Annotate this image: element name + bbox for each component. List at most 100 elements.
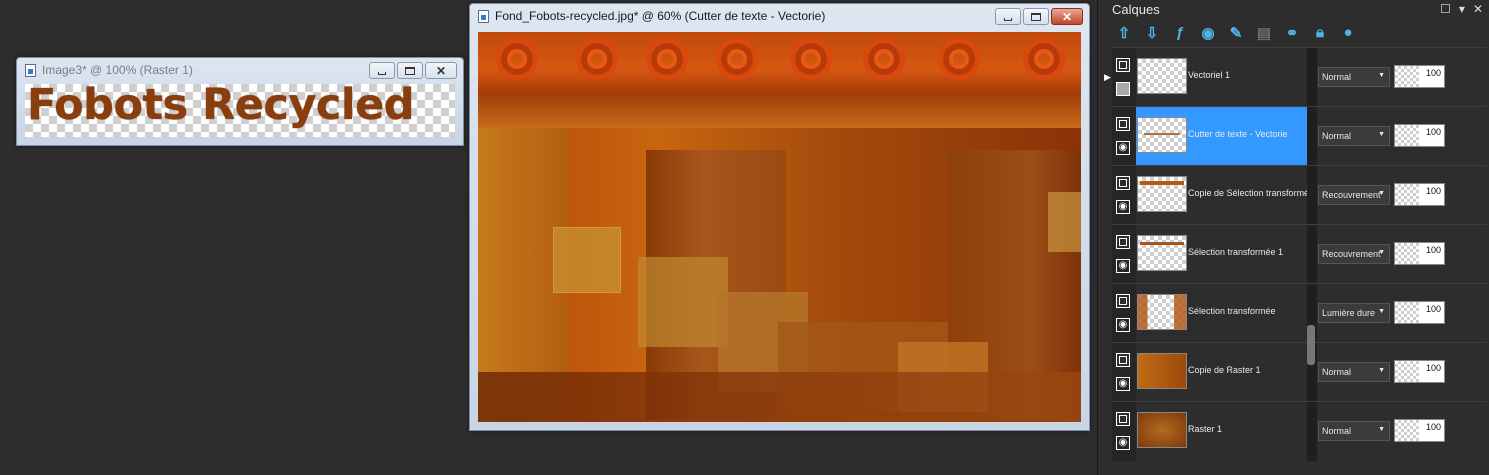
close-icon: ✕ — [435, 63, 447, 78]
layers-panel[interactable]: Calques ☐ ▾ ✕ ⇧ ⇩ ƒ ◉ ✎ ▤ ⚭ 🔒︎ ● ▶ Vecto… — [1097, 0, 1489, 475]
eye-icon[interactable]: ◉ — [1116, 436, 1130, 450]
eye-icon[interactable]: ◉ — [1116, 377, 1130, 391]
opacity-field[interactable]: 100 — [1394, 301, 1445, 324]
image3-canvas[interactable]: Fobots Recycled — [25, 84, 455, 137]
opacity-field[interactable]: 100 — [1394, 360, 1445, 383]
layer-row[interactable]: ◉ Sélection transformée Lumière dure ▼ 10… — [1112, 283, 1487, 343]
layer-name-area[interactable]: Raster 1 — [1136, 402, 1307, 461]
layer-name-area[interactable]: Sélection transformée — [1136, 284, 1307, 343]
visibility-toggle-icon[interactable]: ◉ — [1198, 23, 1218, 43]
close-button[interactable]: ✕ — [425, 62, 457, 79]
blend-mode-dropdown[interactable]: Normal ▼ — [1318, 421, 1390, 441]
blend-mode-dropdown[interactable]: Normal ▼ — [1318, 126, 1390, 146]
raster-layer-icon — [1116, 294, 1130, 308]
lock-icon[interactable]: 🔒︎ — [1310, 23, 1330, 43]
layers-panel-title: Calques — [1112, 2, 1160, 17]
layer-name: Copie de Raster 1 — [1188, 365, 1261, 375]
main-document-window[interactable]: Fond_Fobots-recycled.jpg* @ 60% (Cutter … — [469, 3, 1090, 431]
frieze-spiral — [863, 38, 905, 80]
minimize-icon — [1004, 17, 1012, 21]
opacity-field[interactable]: 100 — [1394, 419, 1445, 442]
layer-thumbnail — [1137, 353, 1187, 389]
mask-icon[interactable]: ● — [1338, 23, 1358, 43]
blend-mode-dropdown[interactable]: Normal ▼ — [1318, 362, 1390, 382]
layer-row[interactable]: ◉ Copie de Sélection transformée 1 Recou… — [1112, 165, 1487, 225]
blend-mode-dropdown[interactable]: Recouvrement ▼ — [1318, 244, 1390, 264]
blend-mode-label: Normal — [1322, 72, 1352, 82]
frieze-spiral — [496, 38, 538, 80]
effects-icon[interactable]: ƒ — [1170, 23, 1190, 43]
image3-titlebar[interactable]: Image3* @ 100% (Raster 1) ✕ — [17, 58, 463, 82]
opacity-value: 100 — [1419, 125, 1444, 146]
opacity-value: 100 — [1419, 243, 1444, 264]
raster-layer-icon — [1116, 235, 1130, 249]
layer-left-strip: ◉ — [1112, 284, 1136, 343]
frieze-spiral — [646, 38, 688, 80]
layer-name-area[interactable]: Copie de Raster 1 — [1136, 343, 1307, 402]
eye-icon[interactable]: ◉ — [1116, 318, 1130, 332]
layer-name-area[interactable]: Sélection transformée 1 — [1136, 225, 1307, 284]
opacity-value: 100 — [1419, 66, 1444, 87]
layer-row[interactable]: ◉ Copie de Raster 1 Normal ▼ 100 — [1112, 342, 1487, 402]
layer-left-strip: ▶ — [1104, 48, 1136, 107]
opacity-swatch — [1395, 243, 1419, 264]
merge-down-icon[interactable]: ⇩ — [1142, 23, 1162, 43]
image3-window[interactable]: Image3* @ 100% (Raster 1) ✕ Fobots Recyc… — [16, 57, 464, 146]
panel-restore-icon[interactable]: ☐ — [1440, 2, 1451, 16]
layer-row[interactable]: ▶ Vectoriel 1 Normal ▼ 100 — [1104, 47, 1487, 107]
eye-icon[interactable]: ◉ — [1116, 200, 1130, 214]
minimize-button[interactable] — [995, 8, 1021, 25]
group-icon[interactable]: ▤ — [1254, 23, 1274, 43]
opacity-value: 100 — [1419, 302, 1444, 323]
layer-name-area[interactable]: Copie de Sélection transformée 1 — [1136, 166, 1308, 225]
chevron-down-icon: ▼ — [1378, 367, 1385, 374]
thumbnail-mark — [1140, 242, 1184, 245]
expand-arrow-icon[interactable]: ▶ — [1104, 72, 1111, 83]
maximize-button[interactable] — [397, 62, 423, 79]
layer-name-area[interactable]: Vectoriel 1 — [1136, 48, 1307, 107]
opacity-field[interactable]: 100 — [1394, 183, 1445, 206]
chevron-down-icon: ▼ — [1378, 72, 1385, 79]
layer-row[interactable]: ◉ Cutter de texte - Vectorie Normal ▼ 100 — [1112, 106, 1487, 166]
tile — [638, 257, 728, 347]
eye-icon[interactable]: ◉ — [1116, 259, 1130, 273]
layer-row[interactable]: ◉ Raster 1 Normal ▼ 100 — [1112, 401, 1487, 461]
opacity-swatch — [1395, 184, 1419, 205]
thumbnail-mark — [1144, 133, 1180, 135]
opacity-swatch — [1395, 125, 1419, 146]
tile — [478, 372, 1081, 422]
eye-icon[interactable]: ◉ — [1116, 141, 1130, 155]
opacity-field[interactable]: 100 — [1394, 124, 1445, 147]
opacity-field[interactable]: 100 — [1394, 242, 1445, 265]
close-button[interactable]: ✕ — [1051, 8, 1083, 25]
tile — [1048, 192, 1081, 252]
opacity-field[interactable]: 100 — [1394, 65, 1445, 88]
blend-mode-dropdown[interactable]: Lumière dure ▼ — [1318, 303, 1390, 323]
link-icon[interactable]: ⚭ — [1282, 23, 1302, 43]
column-divider — [1307, 166, 1317, 225]
delete-layer-icon[interactable]: ✎ — [1226, 23, 1246, 43]
layer-name-area[interactable]: Cutter de texte - Vectorie — [1136, 107, 1307, 166]
layers-list: ▶ Vectoriel 1 Normal ▼ 100 ◉ Cutter de te… — [1104, 47, 1487, 461]
maximize-button[interactable] — [1023, 8, 1049, 25]
visibility-icon[interactable] — [1116, 82, 1130, 96]
minimize-button[interactable] — [369, 62, 395, 79]
layer-thumbnail — [1137, 412, 1187, 448]
panel-splitter-handle[interactable] — [1307, 325, 1315, 365]
thumbnail-mark — [1140, 181, 1184, 185]
layer-thumbnail — [1137, 294, 1187, 330]
main-canvas[interactable] — [478, 32, 1081, 422]
blend-mode-label: Recouvrement — [1322, 190, 1381, 200]
column-divider — [1307, 402, 1317, 461]
panel-menu-icon[interactable]: ▾ — [1459, 2, 1465, 16]
layer-row[interactable]: ◉ Sélection transformée 1 Recouvrement ▼ … — [1112, 224, 1487, 284]
close-icon: ✕ — [1061, 9, 1073, 24]
vector-layer-icon — [1116, 58, 1130, 72]
blend-mode-dropdown[interactable]: Recouvrement ▼ — [1318, 185, 1390, 205]
blend-mode-label: Normal — [1322, 426, 1352, 436]
new-layer-icon[interactable]: ⇧ — [1114, 23, 1134, 43]
maximize-icon — [405, 66, 415, 75]
blend-mode-dropdown[interactable]: Normal ▼ — [1318, 67, 1390, 87]
main-titlebar[interactable]: Fond_Fobots-recycled.jpg* @ 60% (Cutter … — [470, 4, 1089, 28]
panel-close-icon[interactable]: ✕ — [1473, 2, 1483, 16]
